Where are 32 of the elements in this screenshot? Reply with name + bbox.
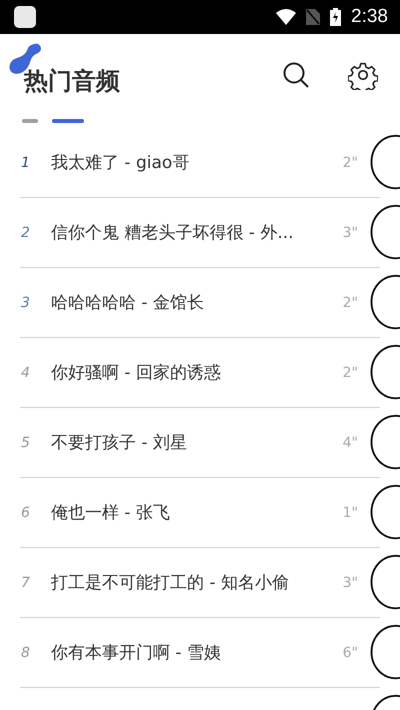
- page-title: 热门音频: [24, 66, 120, 97]
- rank-number: 1: [20, 154, 31, 170]
- track-duration: 2": [342, 154, 358, 170]
- no-sim-icon: [306, 9, 320, 25]
- track-duration: 6": [342, 644, 358, 660]
- track-title[interactable]: 不要打孩子 - 刘星: [51, 431, 187, 454]
- wifi-icon: [276, 9, 296, 25]
- track-title[interactable]: 你好骚啊 - 回家的诱惑: [51, 361, 221, 384]
- search-icon[interactable]: [282, 61, 310, 89]
- track-title[interactable]: 信你个鬼 糟老头子坏得很 - 外...: [51, 221, 294, 244]
- rank-number: 3: [20, 294, 31, 310]
- rank-number: 5: [20, 434, 31, 450]
- settings-icon[interactable]: [348, 60, 378, 90]
- rank-number: 4: [20, 364, 31, 380]
- rank-number: 8: [20, 644, 31, 660]
- track-duration: 1": [342, 504, 358, 520]
- status-time: 2:38: [351, 6, 388, 28]
- track-title[interactable]: 我太难了 - giao哥: [51, 151, 190, 174]
- track-title[interactable]: 哈哈哈哈哈 - 金馆长: [51, 291, 204, 314]
- rank-number: 2: [20, 224, 31, 240]
- track-duration: 3": [342, 574, 358, 590]
- app-icon: [14, 6, 36, 28]
- track-duration: 4": [342, 434, 358, 450]
- rank-number: 6: [20, 504, 31, 520]
- track-title[interactable]: 打工是不可能打工的 - 知名小偷: [51, 571, 289, 594]
- track-title[interactable]: 俺也一样 - 张飞: [51, 501, 170, 524]
- track-title[interactable]: 你有本事开门啊 - 雪姨: [51, 641, 221, 664]
- track-duration: 3": [342, 224, 358, 240]
- track-duration: 2": [342, 294, 358, 310]
- rank-number: 7: [20, 574, 31, 590]
- battery-charging-icon: [330, 8, 342, 26]
- track-duration: 2": [342, 364, 358, 380]
